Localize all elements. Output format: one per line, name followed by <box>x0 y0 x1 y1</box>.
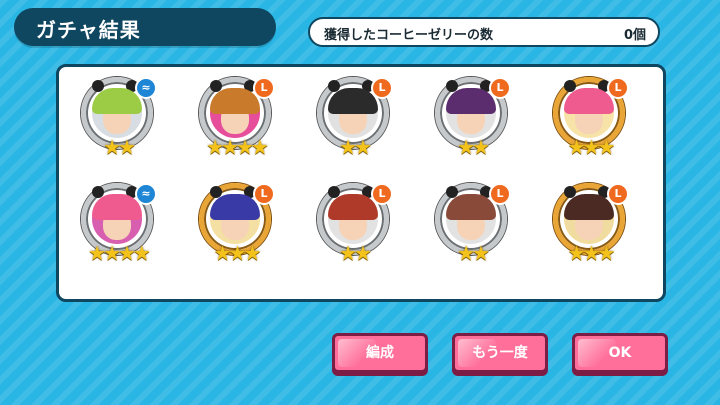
character-card[interactable]: L ★★ <box>311 73 397 173</box>
character-card[interactable]: L ★★ <box>311 179 397 279</box>
portrait-hair <box>446 88 496 114</box>
rarity-stars: ★★ <box>457 241 490 265</box>
retry-button[interactable]: もう一度 <box>452 333 548 373</box>
rarity-stars: ★★ <box>457 135 490 159</box>
title-bar: ガチャ結果 <box>14 8 276 46</box>
gacha-result-screen: ガチャ結果 獲得したコーヒーゼリーの数 0個 ≈ ★★ L ★★★★ L ★★ L ★★ L ★★… <box>0 0 720 405</box>
ok-button[interactable]: OK <box>572 333 668 373</box>
portrait-hair <box>328 194 378 220</box>
portrait-hair <box>564 88 614 114</box>
portrait-hair <box>92 88 142 114</box>
type-orange-icon: L <box>253 77 275 99</box>
counter-value: 0個 <box>623 28 646 43</box>
rarity-stars: ★★★ <box>213 241 262 265</box>
page-title: ガチャ結果 <box>36 18 141 42</box>
rarity-stars: ★★★★ <box>88 241 151 265</box>
character-card[interactable]: L ★★ <box>429 73 515 173</box>
rarity-stars: ★★★★ <box>206 135 269 159</box>
type-orange-icon: L <box>607 77 629 99</box>
type-orange-icon: L <box>607 183 629 205</box>
portrait-hair <box>446 194 496 220</box>
rarity-stars: ★★ <box>339 135 372 159</box>
type-orange-icon: L <box>489 183 511 205</box>
coffee-jelly-counter: 獲得したコーヒーゼリーの数 0個 <box>308 17 660 47</box>
rarity-stars: ★★★ <box>567 241 616 265</box>
portrait-hair <box>210 194 260 220</box>
rarity-stars: ★★ <box>103 135 136 159</box>
character-card[interactable]: ≈ ★★ <box>75 73 161 173</box>
character-card[interactable]: ≈ ★★★★ <box>75 179 161 279</box>
rarity-stars: ★★★ <box>567 135 616 159</box>
character-card[interactable]: L ★★★ <box>547 179 633 279</box>
type-orange-icon: L <box>371 183 393 205</box>
rarity-stars: ★★ <box>339 241 372 265</box>
counter-label: 獲得したコーヒーゼリーの数 <box>324 28 494 43</box>
character-card[interactable]: L ★★★★ <box>193 73 279 173</box>
portrait-hair <box>328 88 378 114</box>
type-orange-icon: L <box>371 77 393 99</box>
edit-button[interactable]: 編成 <box>332 333 428 373</box>
portrait-hair <box>210 88 260 114</box>
type-orange-icon: L <box>253 183 275 205</box>
type-orange-icon: L <box>489 77 511 99</box>
character-card[interactable]: L ★★ <box>429 179 515 279</box>
results-panel: ≈ ★★ L ★★★★ L ★★ L ★★ L ★★★ ≈ ★★★★ L ★★★ L ★★ L ★★ L ★★★ <box>56 64 666 302</box>
portrait-hair <box>92 194 142 220</box>
character-card[interactable]: L ★★★ <box>193 179 279 279</box>
type-blue-icon: ≈ <box>135 183 157 205</box>
type-blue-icon: ≈ <box>135 77 157 99</box>
portrait-hair <box>564 194 614 220</box>
character-card[interactable]: L ★★★ <box>547 73 633 173</box>
